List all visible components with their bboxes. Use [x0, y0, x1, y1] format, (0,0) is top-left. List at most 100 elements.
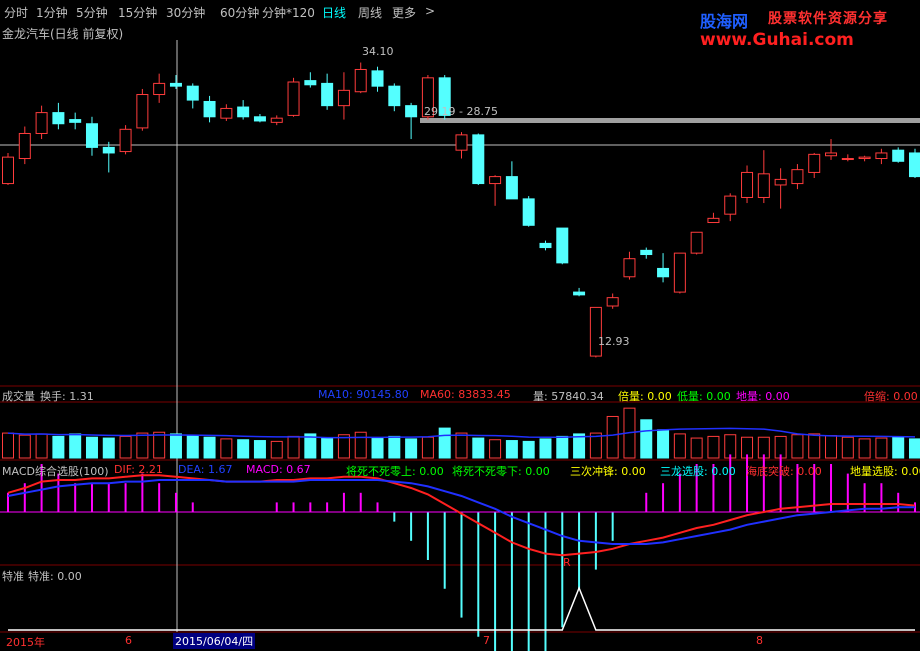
candle-body: [220, 107, 233, 119]
candle-body: [455, 134, 468, 151]
candle-body: [388, 85, 401, 107]
volume-bar: [102, 437, 115, 459]
candle-body: [623, 258, 636, 278]
volume-bar: [505, 440, 518, 459]
volume-bar: [35, 433, 48, 459]
volume-bar: [892, 436, 905, 459]
volume-bar: [673, 433, 686, 459]
candle-body: [724, 195, 737, 215]
volume-bar: [321, 437, 334, 459]
volume-bar: [657, 429, 670, 459]
volume-bar: [539, 438, 552, 459]
candle-body: [909, 152, 920, 178]
turnover-label: 换手: 1.31: [40, 390, 94, 403]
macd-title: MACD综合选股(100): [2, 465, 109, 478]
candle-body: [287, 81, 300, 116]
candle-body: [102, 146, 115, 154]
candle-body: [673, 252, 686, 293]
volume-bar: [606, 415, 619, 459]
candle-body: [169, 82, 182, 87]
volume-bar: [237, 439, 250, 459]
volume-bar: [522, 440, 535, 459]
macd-marker: R: [563, 556, 571, 569]
candle-body: [85, 123, 98, 148]
volume-bar: [203, 436, 216, 459]
volume-bar: [707, 435, 720, 459]
volume-bar: [841, 436, 854, 459]
volume-bar: [421, 436, 434, 459]
beisuo-label: 倍缩: 0.00: [864, 390, 918, 403]
volume-bar: [136, 432, 149, 459]
volume-bar: [253, 440, 266, 459]
candle-body: [119, 128, 132, 153]
volume-bar: [825, 435, 838, 459]
candle-body: [841, 158, 854, 161]
candle-body: [522, 198, 535, 226]
axis-year: 2015年: [6, 636, 45, 649]
volume-bar: [270, 440, 283, 459]
cursor-date: 2015/06/04/四: [173, 633, 256, 649]
volume-bar: [388, 435, 401, 459]
volume-bar: [220, 438, 233, 459]
candle-body: [757, 173, 770, 198]
di-label: 低量: 0.00: [677, 390, 731, 403]
candle-body: [2, 156, 14, 185]
candle-body: [237, 106, 250, 118]
signal-2-label: 将死不死零下: 0.00: [452, 465, 550, 478]
candle-body: [707, 217, 720, 224]
candle-body: [774, 178, 787, 186]
signal-4-label: 三龙选股: 0.00: [660, 465, 736, 478]
volume-bar: [909, 438, 920, 459]
signal-6-label: 地量选股: 0.00: [850, 465, 920, 478]
gap-band: [420, 118, 920, 123]
diliang-label: 地量: 0.00: [736, 390, 790, 403]
candle-body: [589, 306, 602, 357]
candle-body: [606, 297, 619, 307]
volume-bar: [119, 435, 132, 459]
volume-bar: [69, 433, 82, 459]
volume-bar: [875, 437, 888, 459]
high-price-label: 34.10: [362, 45, 394, 58]
volume-bar: [354, 431, 367, 459]
ma60-label: MA60: 83833.45: [420, 388, 511, 401]
kline-chart[interactable]: R: [0, 0, 920, 651]
volume-bar: [85, 436, 98, 459]
volume-bar: [640, 419, 653, 459]
signal-1-label: 将死不死零上: 0.00: [346, 465, 444, 478]
candle-body: [371, 70, 384, 87]
volume-bar: [791, 434, 804, 459]
bei-label: 倍量: 0.00: [618, 390, 672, 403]
candle-body: [186, 85, 199, 101]
candle-body: [136, 94, 149, 129]
candle-body: [539, 242, 552, 249]
candle-body: [203, 100, 216, 118]
candle-body: [253, 116, 266, 122]
volume-bar: [169, 433, 182, 459]
signal-5-label: 海底突破: 0.00: [746, 465, 822, 478]
ma10-label: MA10: 90145.80: [318, 388, 409, 401]
candle-body: [791, 169, 804, 185]
candle-body: [640, 249, 653, 256]
volume-bar: [52, 435, 65, 459]
candle-body: [337, 89, 350, 107]
volume-bar: [472, 437, 485, 459]
candle-body: [405, 105, 418, 118]
candle-body: [153, 82, 166, 96]
volume-bar: [153, 431, 166, 459]
volume-bar: [808, 433, 821, 459]
volume-bar: [2, 432, 14, 459]
candle-body: [270, 117, 283, 123]
volume-bar: [556, 435, 569, 459]
candle-body: [573, 291, 586, 296]
special-value: 特准: 0.00: [28, 570, 82, 583]
special-title: 特准: [2, 570, 24, 583]
candle-body: [69, 119, 82, 123]
macd-label: MACD: 0.67: [246, 463, 311, 476]
candle-body: [858, 156, 871, 160]
candle-body: [556, 227, 569, 264]
volume-bar: [690, 437, 703, 459]
axis-month-8: 8: [756, 634, 763, 647]
low-price-label: 12.93: [598, 335, 630, 348]
candle-body: [354, 68, 367, 93]
candle-body: [741, 171, 754, 198]
